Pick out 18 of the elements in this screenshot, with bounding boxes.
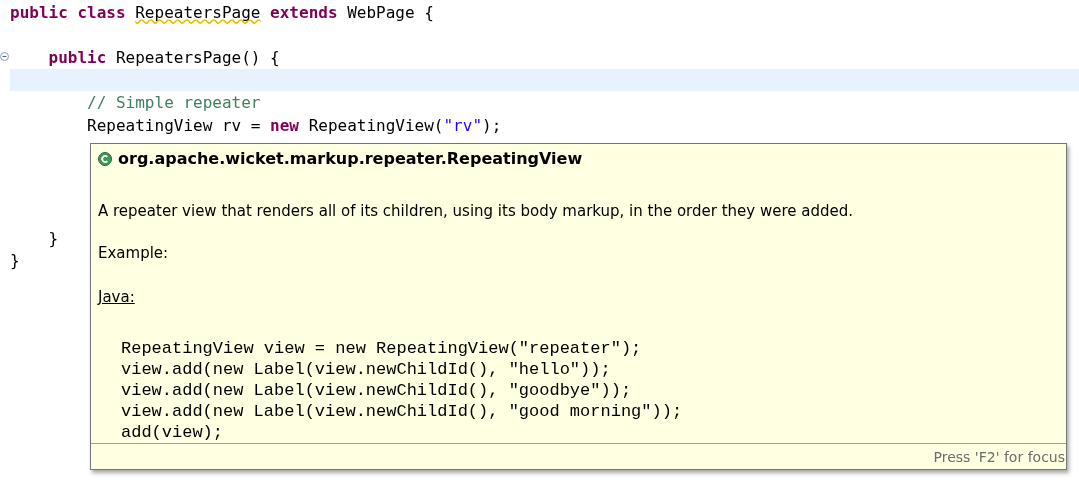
code-line: view.add(new Label(view.newChildId(), "goodbye")); [121,380,633,401]
code-line: // Simple repeater [87,93,261,113]
language-label: Java: [98,288,136,306]
example-label: Example: [98,244,170,262]
focus-hint: Press 'F2' for focus [933,448,1066,465]
collapse-icon[interactable] [0,52,9,62]
code-line: } [10,251,20,271]
class-icon [98,151,112,166]
code-line: add(view); [121,422,225,443]
code-line: RepeatingView view = new RepeatingView("repeater"); [121,338,643,359]
description-text: A repeater view that renders all of its children, using its body markup, in the order they were added. [98,202,855,220]
code-line: } [48,228,59,248]
code-line: RepeatingView rv = new RepeatingView("rv"); [87,115,502,135]
code-line: view.add(new Label(view.newChildId(), "hello")); [121,359,612,380]
code-line: public class RepeatersPage extends WebPage { [10,2,434,22]
tooltip-title: org.apache.wicket.markup.repeater.RepeatingView [118,149,583,168]
code-line: view.add(new Label(view.newChildId(), "good morning")); [121,401,684,422]
code-line: public RepeatersPage() { [48,48,280,67]
